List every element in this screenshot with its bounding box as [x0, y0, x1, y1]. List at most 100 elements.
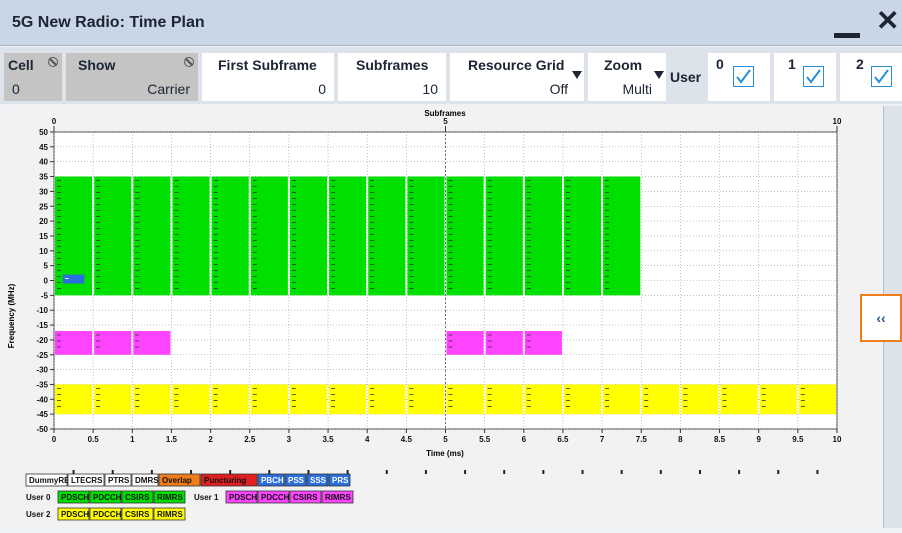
cell-value: 0	[12, 81, 20, 97]
resource-block	[563, 384, 602, 415]
close-icon[interactable]: ✕	[876, 6, 899, 36]
subframes-field[interactable]: Subframes 10	[338, 53, 446, 101]
slot-dot	[385, 470, 388, 474]
x-tick-label: 6	[522, 435, 527, 444]
resource-block	[446, 330, 484, 355]
legend-label: PDSCH	[61, 510, 89, 519]
x-tick-label: 0	[52, 435, 57, 444]
user-1-checkbox[interactable]	[803, 66, 824, 87]
legend-label: PTRS	[108, 476, 130, 485]
y-tick-label: -30	[36, 366, 48, 375]
resource-block	[94, 330, 132, 355]
resource-block	[485, 384, 523, 415]
y-axis-label: Frequency (MHz)	[7, 283, 16, 348]
user-0-checkbox[interactable]	[733, 66, 754, 87]
slot-dot	[190, 470, 193, 474]
zoom-label: Zoom	[604, 57, 643, 73]
slot-dot	[777, 470, 780, 474]
resource-block	[55, 384, 93, 415]
chevron-down-icon	[572, 71, 582, 79]
y-tick-label: 20	[39, 217, 48, 226]
slot-dot	[346, 470, 349, 474]
legend-label: RIMRS	[157, 493, 183, 502]
y-tick-label: -5	[41, 291, 49, 300]
legend-label: RIMRS	[325, 493, 351, 502]
resource-block	[250, 384, 288, 415]
x-tick-label: 1.5	[166, 435, 178, 444]
y-tick-label: 50	[39, 128, 48, 137]
legend-label: PDCCH	[93, 493, 122, 502]
subframes-value: 10	[422, 81, 438, 97]
legend-user-label: User 2	[26, 510, 51, 519]
resource-block	[524, 176, 562, 296]
legend-label: SSS	[310, 476, 327, 485]
legend-label: Puncturing	[204, 476, 246, 485]
first-subframe-field[interactable]: First Subframe 0	[202, 53, 334, 101]
cell-selector[interactable]: Cell 0	[4, 53, 62, 101]
slot-dot	[424, 470, 427, 474]
chart-area: 50 45 40 35 30 25 20 15 10 5 0 -5 -10 -15 -20 -25 -30 -35…	[4, 106, 882, 528]
resource-block	[446, 176, 484, 296]
no-entry-icon	[184, 57, 194, 67]
resource-block	[603, 176, 641, 296]
x-tick-label: 9.5	[792, 435, 804, 444]
y-tick-label: 5	[44, 262, 49, 271]
x-tick-label: 6.5	[557, 435, 569, 444]
slot-dot	[542, 470, 545, 474]
slot-dot	[620, 470, 623, 474]
x-tick-label: 5	[443, 435, 448, 444]
minimize-button[interactable]	[834, 33, 860, 38]
resource-block	[407, 384, 445, 415]
y-tick-label: 15	[39, 232, 48, 241]
expand-panel-button[interactable]: ‹‹	[860, 294, 902, 342]
no-entry-icon	[48, 57, 58, 67]
x-tick-label: 8	[678, 435, 683, 444]
x-tick-label: 8.5	[714, 435, 726, 444]
window-title: 5G New Radio: Time Plan	[12, 14, 205, 31]
first-subframe-value: 0	[318, 81, 326, 97]
user-label-box: User	[670, 53, 706, 101]
top-tick-label: 5	[443, 117, 448, 126]
resource-block	[94, 384, 132, 415]
x-tick-label: 1	[130, 435, 135, 444]
resource-block	[681, 384, 719, 415]
resource-block	[289, 384, 328, 415]
resource-block	[759, 384, 797, 415]
legend-label: CSIRS	[125, 493, 150, 502]
resource-block	[642, 384, 680, 415]
top-tick-label: 10	[833, 117, 842, 126]
y-tick-label: -35	[36, 380, 48, 389]
legend-label: PBCH	[261, 476, 284, 485]
resource-block	[720, 384, 758, 415]
user-2-checkbox[interactable]	[871, 66, 892, 87]
resource-block	[446, 384, 484, 415]
y-tick-label: 30	[39, 187, 48, 196]
resource-block	[368, 176, 406, 296]
x-tick-label: 7.5	[636, 435, 648, 444]
y-tick-label: 35	[39, 173, 48, 182]
zoom-dropdown[interactable]: Zoom Multi	[588, 53, 666, 101]
cell-label: Cell	[8, 57, 34, 73]
x-tick-label: 3	[287, 435, 292, 444]
y-tick-label: 45	[39, 143, 48, 152]
x-tick-label: 2.5	[244, 435, 256, 444]
resource-block	[485, 176, 523, 296]
x-tick-label: 9	[756, 435, 761, 444]
legend-user-label: User 0	[26, 493, 51, 502]
resource-block	[172, 384, 210, 415]
subframes-label: Subframes	[356, 57, 429, 73]
legend-label: PSS	[288, 476, 305, 485]
y-tick-label: -10	[36, 306, 48, 315]
y-tick-label: 10	[39, 247, 48, 256]
resource-grid-dropdown[interactable]: Resource Grid Off	[450, 53, 584, 101]
legend-label: LTECRS	[71, 476, 103, 485]
legend-label: PRS	[332, 476, 349, 485]
legend-user-label: User 1	[194, 493, 219, 502]
resource-block	[211, 176, 249, 296]
resource-block	[329, 384, 367, 415]
resource-block	[524, 384, 562, 415]
show-value: Carrier	[147, 81, 190, 97]
slot-dot	[111, 470, 114, 474]
show-selector[interactable]: Show Carrier	[66, 53, 198, 101]
resource-block	[524, 330, 562, 355]
